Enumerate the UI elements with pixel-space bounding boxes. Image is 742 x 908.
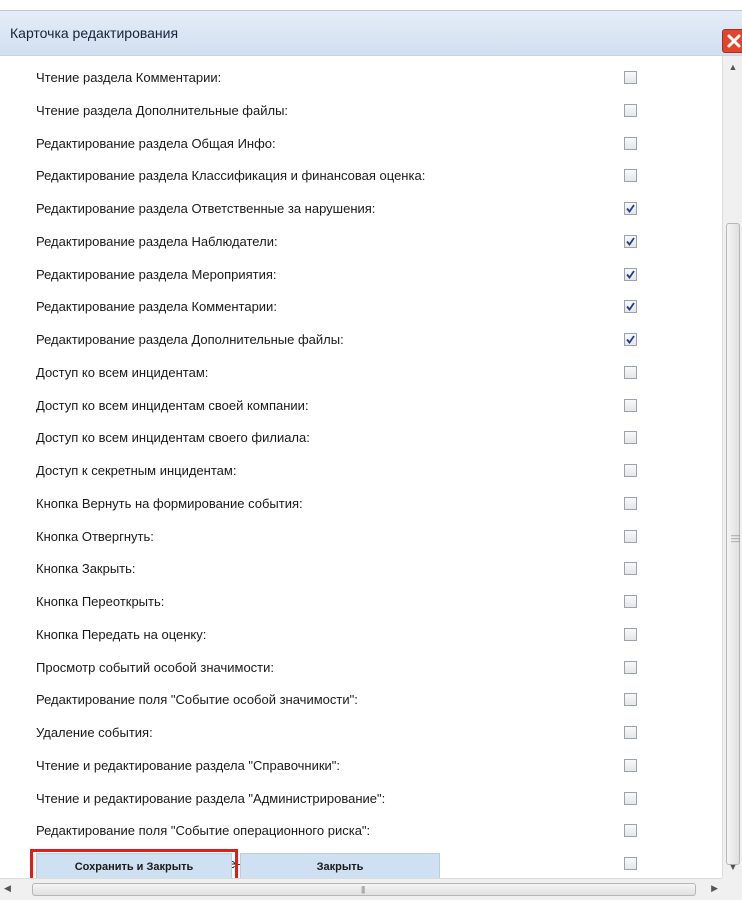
vertical-scroll-thumb[interactable]: — — — (726, 223, 740, 865)
permission-checkbox[interactable] (624, 234, 637, 248)
permissions-list: Чтение раздела Комментарии: Чтение раздел… (0, 56, 722, 876)
dialog-title: Карточка редактирования (10, 25, 179, 41)
permission-row: Чтение раздела Комментарии: (0, 64, 700, 94)
permission-label: Кнопка Закрыть: (36, 561, 136, 577)
permission-row: Чтение и редактирование раздела "Админис… (0, 785, 700, 815)
permission-checkbox[interactable] (624, 595, 637, 608)
permission-label: Кнопка Вернуть на формирование события: (36, 495, 303, 511)
checkmark-icon (626, 269, 635, 279)
close-icon[interactable] (722, 29, 742, 53)
permission-label: Кнопка Передать на оценку: (36, 626, 207, 642)
permission-row: Редактирование раздела Классификация и ф… (0, 162, 700, 192)
grip-icon: ||| (361, 885, 365, 894)
permission-checkbox[interactable] (624, 398, 637, 412)
permission-label: Доступ ко всем инцидентам своего филиала… (36, 430, 310, 446)
permission-checkbox[interactable] (624, 824, 637, 838)
permission-label: Редактирование раздела Комментарии: (36, 299, 277, 315)
permission-label: Чтение раздела Дополнительные файлы: (36, 102, 289, 118)
permission-label: Доступ ко всем инцидентам своей компании… (36, 397, 309, 413)
scroll-up-arrow-icon[interactable]: ▲ (723, 62, 742, 72)
close-button[interactable]: Закрыть (240, 853, 440, 879)
vertical-scrollbar[interactable]: ▲ — — — ▼ (722, 56, 742, 878)
permission-row: Редактирование поля "Событие особой знач… (0, 686, 700, 716)
permission-label: Редактирование раздела Мероприятия: (36, 266, 277, 282)
permission-label: Кнопка Переоткрыть: (36, 594, 165, 609)
permission-row: Чтение раздела Дополнительные файлы: (0, 97, 700, 127)
permission-row: Редактирование раздела Мероприятия: (0, 261, 700, 291)
permission-label: Доступ к секретным инцидентам: (36, 463, 237, 478)
permission-checkbox[interactable] (624, 103, 637, 117)
permission-label: Редактирование поля "Событие операционно… (36, 823, 371, 839)
permission-row: Редактирование раздела Ответственные за … (0, 195, 700, 225)
permission-label: Редактирование раздела Общая Инфо: (36, 135, 276, 151)
permission-label: Редактирование поля "Событие особой знач… (36, 692, 358, 708)
permission-checkbox[interactable] (624, 267, 637, 281)
permission-checkbox[interactable] (624, 496, 637, 510)
permission-label: Редактирование раздела Наблюдатели: (36, 233, 278, 249)
permission-label: Редактирование раздела Классификация и ф… (36, 168, 426, 184)
permission-label: Просмотр событий особой значимости: (36, 659, 275, 675)
permission-label: Удаление события: (36, 725, 153, 740)
horizontal-scroll-thumb[interactable]: ||| (32, 883, 696, 896)
permission-row: Кнопка Вернуть на формирование события: (0, 490, 700, 520)
scroll-left-arrow-icon[interactable]: ◀ (4, 883, 11, 894)
top-strip (0, 0, 742, 10)
scroll-right-arrow-icon[interactable]: ▶ (711, 883, 718, 894)
permission-checkbox[interactable] (624, 529, 637, 543)
permission-checkbox[interactable] (624, 300, 637, 314)
permission-row: Редактирование раздела Общая Инфо: (0, 130, 700, 160)
checkmark-icon (626, 335, 635, 344)
permission-checkbox[interactable] (624, 660, 637, 674)
checkmark-icon (626, 302, 635, 312)
permission-row: Редактирование раздела Комментарии: (0, 293, 700, 323)
permission-row: Кнопка Отвергнуть: (0, 523, 700, 553)
permission-checkbox[interactable] (624, 202, 637, 215)
permission-row: Доступ к секретным инцидентам: (0, 457, 700, 487)
permission-label: Редактирование раздела Ответственные за … (36, 201, 376, 216)
permission-checkbox[interactable] (624, 464, 637, 477)
permission-row: Удаление события: (0, 719, 700, 749)
permission-row: Редактирование поля "Событие операционно… (0, 817, 700, 847)
permission-checkbox[interactable] (624, 136, 637, 150)
permission-row: Доступ ко всем инцидентам: (0, 359, 700, 389)
scrollbar-corner (722, 878, 742, 900)
permission-checkbox[interactable] (624, 791, 637, 805)
permission-row: Чтение и редактирование раздела "Справоч… (0, 752, 700, 782)
checkmark-icon (626, 204, 635, 213)
permission-label: Доступ ко всем инцидентам: (36, 364, 209, 380)
permission-row: Просмотр событий особой значимости: (0, 654, 700, 684)
permission-row: Кнопка Передать на оценку: (0, 621, 700, 651)
permission-checkbox[interactable] (624, 333, 637, 346)
save-and-close-button[interactable]: Сохранить и Закрыть (36, 853, 232, 879)
permission-label: Чтение и редактирование раздела "Админис… (36, 790, 386, 806)
dialog-titlebar: Карточка редактирования (0, 10, 742, 56)
permission-row: Редактирование раздела Дополнительные фа… (0, 326, 700, 356)
permission-row: Кнопка Переоткрыть: (0, 588, 700, 618)
permission-row: Редактирование раздела Наблюдатели: (0, 228, 700, 258)
checkmark-icon (626, 237, 635, 246)
permission-row: Кнопка Закрыть: (0, 555, 700, 585)
permission-label: Кнопка Отвергнуть: (36, 528, 154, 544)
permission-row: Доступ ко всем инцидентам своей компании… (0, 392, 700, 422)
permission-label: Чтение и редактирование раздела "Справоч… (36, 757, 341, 773)
permission-checkbox[interactable] (624, 693, 637, 707)
grip-icon: — — — (731, 530, 740, 546)
permission-checkbox[interactable] (624, 627, 637, 641)
permission-label: Редактирование раздела Дополнительные фа… (36, 332, 344, 347)
permission-checkbox[interactable] (624, 431, 637, 445)
horizontal-scrollbar[interactable]: ◀ ||| ▶ (0, 878, 722, 900)
permission-row: Доступ ко всем инцидентам своего филиала… (0, 424, 700, 454)
permission-checkbox[interactable] (624, 169, 637, 183)
permission-checkbox[interactable] (624, 758, 637, 772)
permission-label: Чтение раздела Комментарии: (36, 70, 222, 85)
permission-checkbox[interactable] (624, 726, 637, 739)
permission-checkbox[interactable] (624, 562, 637, 576)
permission-checkbox[interactable] (624, 365, 637, 379)
permission-checkbox[interactable] (624, 71, 637, 84)
permission-checkbox[interactable] (624, 857, 637, 870)
scroll-down-arrow-icon[interactable]: ▼ (723, 862, 742, 872)
